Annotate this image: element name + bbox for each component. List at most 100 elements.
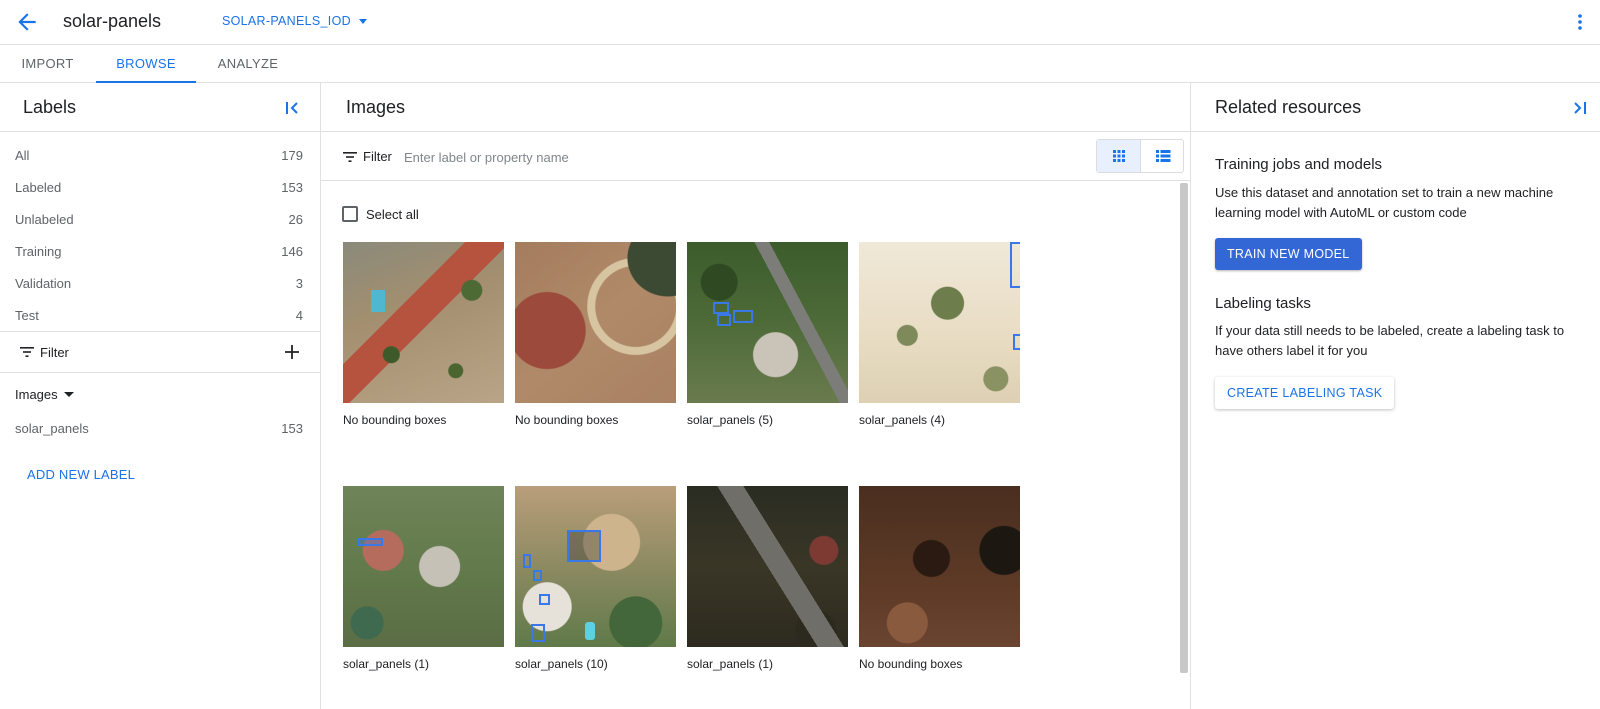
label-name: Training: [15, 244, 62, 259]
label-count: 153: [281, 180, 303, 195]
collapse-left-icon[interactable]: [284, 99, 302, 117]
label-name: Test: [15, 308, 39, 323]
bounding-box: [717, 314, 731, 326]
collapse-right-icon[interactable]: [1570, 99, 1588, 117]
label-row-labeled[interactable]: Labeled 153: [0, 172, 320, 204]
images-scrollbar[interactable]: [1180, 183, 1188, 673]
image-card[interactable]: solar_panels (5): [687, 242, 848, 427]
label-row-unlabeled[interactable]: Unlabeled 26: [0, 204, 320, 236]
label-name: solar_panels: [15, 421, 89, 436]
tab-browse[interactable]: BROWSE: [96, 45, 196, 83]
back-arrow-icon[interactable]: [14, 9, 40, 35]
label-name: Unlabeled: [15, 212, 74, 227]
caret-down-icon: [358, 18, 367, 24]
labeling-section-description: If your data still needs to be labeled, …: [1215, 323, 1565, 358]
image-card[interactable]: solar_panels (1): [343, 486, 504, 671]
label-count: 153: [281, 421, 303, 436]
label-name: Labeled: [15, 180, 62, 195]
bounding-box: [533, 570, 542, 581]
tab-analyze[interactable]: ANALYZE: [200, 45, 296, 83]
labels-panel: Labels All 179 Labeled 153 Unlabeled 26 Tra…: [0, 83, 321, 709]
bounding-box: [713, 302, 729, 314]
label-count: 146: [281, 244, 303, 259]
image-card[interactable]: solar_panels (10): [515, 486, 676, 671]
images-filter-input[interactable]: [404, 145, 804, 169]
label-count: 4: [295, 308, 303, 323]
bounding-box: [567, 530, 601, 562]
labels-panel-title: Labels: [23, 97, 77, 117]
list-view-button[interactable]: [1141, 140, 1185, 172]
image-caption: solar_panels (1): [343, 657, 430, 671]
label-row-validation[interactable]: Validation 3: [0, 268, 320, 300]
bounding-box: [1010, 242, 1020, 288]
select-all-label: Select all: [366, 206, 419, 222]
image-thumbnail: [859, 242, 1020, 403]
label-count: 3: [295, 276, 303, 291]
image-caption: solar_panels (5): [687, 413, 774, 427]
training-section-title: Training jobs and models: [1215, 156, 1383, 173]
label-filter-list: All 179 Labeled 153 Unlabeled 26 Training 14…: [0, 132, 320, 332]
image-card[interactable]: No bounding boxes: [343, 242, 504, 427]
bounding-box: [733, 310, 753, 323]
image-thumbnail: [859, 486, 1020, 647]
add-new-label-button[interactable]: ADD NEW LABEL: [27, 467, 135, 482]
dataset-title: solar-panels: [63, 11, 162, 31]
image-caption: No bounding boxes: [859, 657, 963, 671]
image-caption: solar_panels (4): [859, 413, 946, 427]
images-filter-label: Filter: [363, 149, 392, 164]
training-section-description: Use this dataset and annotation set to t…: [1215, 185, 1554, 220]
bounding-box: [531, 624, 545, 642]
image-card[interactable]: solar_panels (4): [859, 242, 1020, 427]
train-new-model-button[interactable]: TRAIN NEW MODEL: [1215, 238, 1362, 270]
bounding-box: [539, 594, 550, 605]
image-thumbnail: [515, 486, 676, 647]
label-count: 179: [281, 148, 303, 163]
image-card[interactable]: No bounding boxes: [515, 242, 676, 427]
grid-view-button[interactable]: [1097, 140, 1141, 172]
images-group-toggle[interactable]: Images: [0, 373, 320, 413]
checkbox-box: [342, 206, 358, 222]
bounding-box: [523, 554, 531, 568]
select-all-checkbox[interactable]: Select all: [342, 206, 419, 222]
labeling-section-title: Labeling tasks: [1215, 295, 1311, 312]
add-icon[interactable]: [284, 344, 300, 360]
image-caption: No bounding boxes: [343, 413, 447, 427]
top-bar: solar-panels SOLAR-PANELS_IOD: [0, 0, 1600, 45]
image-card[interactable]: No bounding boxes: [859, 486, 1020, 671]
image-thumbnail: [515, 242, 676, 403]
related-panel-title: Related resources: [1215, 97, 1362, 117]
labels-filter-row[interactable]: Filter: [0, 332, 320, 373]
tab-import[interactable]: IMPORT: [0, 45, 95, 83]
label-name: All: [15, 148, 30, 163]
tab-bar: IMPORT BROWSE ANALYZE: [0, 45, 1600, 83]
labels-panel-header: Labels: [0, 83, 320, 132]
images-panel: Images Filter Enter label or property na…: [321, 83, 1191, 709]
more-vert-icon[interactable]: [1574, 12, 1586, 32]
create-labeling-task-button[interactable]: CREATE LABELING TASK: [1215, 377, 1395, 409]
filter-icon: [20, 347, 34, 357]
image-thumbnail: [343, 486, 504, 647]
label-row-all[interactable]: All 179: [0, 140, 320, 172]
grid-view-icon: [1113, 150, 1125, 162]
filter-icon: [343, 152, 357, 162]
related-resources-panel: Related resources Training jobs and mode…: [1191, 83, 1600, 709]
related-panel-header: Related resources: [1191, 83, 1600, 132]
image-thumbnail: [343, 242, 504, 403]
image-caption: No bounding boxes: [515, 413, 619, 427]
labels-filter-label: Filter: [40, 345, 69, 360]
label-row-test[interactable]: Test 4: [0, 300, 320, 332]
bounding-box: [1013, 334, 1020, 350]
image-thumbnail: [687, 486, 848, 647]
label-row-solar-panels[interactable]: solar_panels 153: [0, 413, 320, 445]
image-card[interactable]: solar_panels (1): [687, 486, 848, 671]
image-caption: solar_panels (10): [515, 657, 608, 671]
annotation-set-dropdown[interactable]: SOLAR-PANELS_IOD: [222, 14, 367, 28]
label-row-training[interactable]: Training 146: [0, 236, 320, 268]
caret-down-icon: [64, 392, 74, 397]
bounding-box: [357, 538, 383, 546]
label-name: Validation: [15, 276, 72, 291]
label-count: 26: [288, 212, 303, 227]
image-caption: solar_panels (1): [687, 657, 774, 671]
annotation-set-label: SOLAR-PANELS_IOD: [222, 14, 351, 28]
list-view-icon: [1156, 150, 1171, 162]
